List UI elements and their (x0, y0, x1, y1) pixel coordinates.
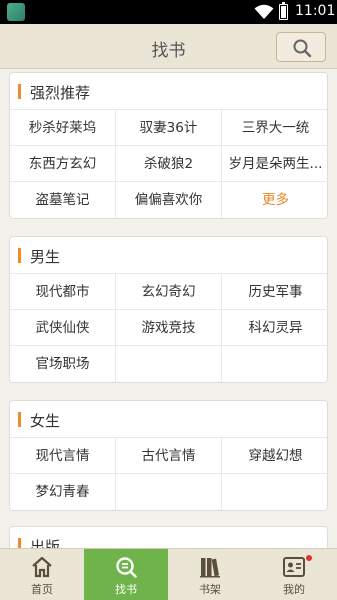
book-link[interactable]: 岁月是朵两生... (222, 146, 329, 182)
genre-link[interactable]: 武侠仙侠 (10, 310, 116, 346)
book-link[interactable]: 偏偏喜欢你 (116, 182, 222, 218)
section-header: 出版 (10, 527, 327, 548)
more-link[interactable]: 更多 (222, 182, 329, 218)
section-accent-bar (18, 538, 21, 548)
nav-label: 找书 (115, 583, 137, 596)
genre-link[interactable]: 历史军事 (222, 274, 329, 310)
nav-bookshelf[interactable]: 书架 (168, 549, 252, 600)
category-list[interactable]: 强烈推荐 秒杀好莱坞 驭妻36计 三界大一统 东西方玄幻 杀破狼2 岁月是朵两生… (0, 70, 337, 548)
genre-link[interactable]: 玄幻奇幻 (116, 274, 222, 310)
section-accent-bar (18, 412, 21, 427)
battery-icon (279, 2, 288, 20)
genre-link[interactable]: 古代言情 (116, 438, 222, 474)
book-link[interactable]: 驭妻36计 (116, 110, 222, 146)
genre-link[interactable]: 官场职场 (10, 346, 116, 382)
genre-link[interactable]: 梦幻青春 (10, 474, 116, 510)
empty-cell (222, 474, 329, 510)
genre-link[interactable]: 现代言情 (10, 438, 116, 474)
book-link[interactable]: 杀破狼2 (116, 146, 222, 182)
home-icon (32, 556, 52, 578)
status-bar: 11:01 (0, 0, 337, 24)
section-title: 出版 (30, 538, 61, 548)
nav-label: 首页 (31, 583, 53, 596)
bookshelf-icon (200, 558, 220, 578)
section-accent-bar (18, 84, 21, 99)
app-notification-icon (7, 3, 25, 21)
section-title: 强烈推荐 (30, 84, 91, 102)
search-book-icon (116, 557, 137, 578)
bottom-nav: 首页 找书 书架 我的 (0, 548, 337, 600)
book-link[interactable]: 东西方玄幻 (10, 146, 116, 182)
notification-dot (306, 555, 312, 561)
empty-cell (116, 346, 222, 382)
nav-find-books[interactable]: 找书 (84, 549, 168, 600)
section-publishing: 出版 (9, 526, 328, 548)
empty-cell (116, 474, 222, 510)
header: 找书 (0, 24, 337, 69)
section-header: 强烈推荐 (10, 73, 327, 110)
nav-label: 我的 (283, 583, 305, 596)
section-header: 女生 (10, 401, 327, 438)
search-icon (293, 39, 312, 58)
section-female: 女生 现代言情 古代言情 穿越幻想 梦幻青春 (9, 400, 329, 511)
wifi-icon (254, 4, 274, 19)
section-accent-bar (18, 248, 21, 263)
profile-card-icon (283, 557, 305, 577)
genre-link[interactable]: 现代都市 (10, 274, 116, 310)
clock: 11:01 (295, 3, 336, 19)
section-title: 女生 (30, 412, 61, 430)
empty-cell (222, 346, 329, 382)
nav-profile[interactable]: 我的 (252, 549, 336, 600)
book-link[interactable]: 盗墓笔记 (10, 182, 116, 218)
genre-link[interactable]: 穿越幻想 (222, 438, 329, 474)
section-title: 男生 (30, 248, 61, 266)
genre-link[interactable]: 科幻灵异 (222, 310, 329, 346)
book-link[interactable]: 三界大一统 (222, 110, 329, 146)
nav-home[interactable]: 首页 (0, 549, 84, 600)
section-header: 男生 (10, 237, 327, 274)
book-link[interactable]: 秒杀好莱坞 (10, 110, 116, 146)
section-male: 男生 现代都市 玄幻奇幻 历史军事 武侠仙侠 游戏竞技 科幻灵异 官场职场 (9, 236, 329, 383)
section-recommended: 强烈推荐 秒杀好莱坞 驭妻36计 三界大一统 东西方玄幻 杀破狼2 岁月是朵两生… (9, 72, 329, 219)
genre-link[interactable]: 游戏竞技 (116, 310, 222, 346)
search-button[interactable] (276, 32, 326, 62)
nav-label: 书架 (199, 583, 221, 596)
